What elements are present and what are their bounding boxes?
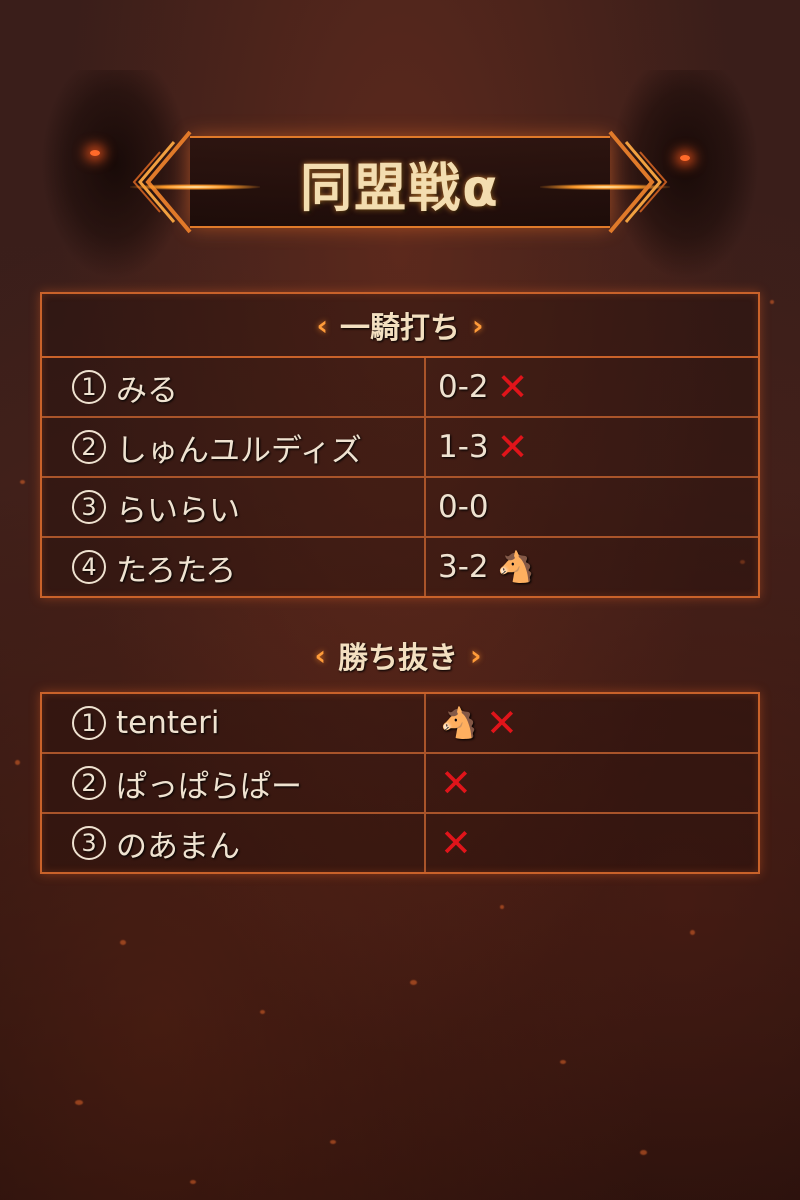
table-row: 2 ぱっぱらぱー ✕ [42, 754, 758, 814]
table-body: 1 tenteri 🐴 ✕ 2 ぱっぱらぱー ✕ 3 のあまん ✕ [42, 694, 758, 872]
bracket-right-icon: › [470, 638, 482, 672]
horse-face-icon: 🐴 [440, 705, 478, 741]
cross-mark-icon: ✕ [440, 761, 472, 805]
table-row: 1 tenteri 🐴 ✕ [42, 694, 758, 754]
page-title: 同盟戦α [300, 159, 500, 219]
section-title: 勝ち抜き [338, 641, 458, 676]
cross-mark-icon: ✕ [496, 365, 529, 409]
rank-number-badge: 1 [72, 706, 106, 740]
player-name: みる [116, 372, 178, 409]
ikki-uchi-table: ‹ 一騎打ち › 1 みる 0-2 ✕ 2 しゅんユルディズ 1-3 ✕ 3 らいらい 0-0 4 たろ… [40, 292, 760, 598]
horse-face-icon: 🐴 [496, 549, 535, 585]
player-cell: 3 らいらい [42, 478, 426, 536]
player-name: たろたろ [116, 552, 237, 589]
player-name: ぱっぱらぱー [116, 768, 302, 805]
kachinuki-table: 1 tenteri 🐴 ✕ 2 ぱっぱらぱー ✕ 3 のあまん ✕ [40, 692, 760, 874]
glowing-eye-icon [90, 150, 100, 156]
cross-mark-icon: ✕ [496, 425, 529, 469]
player-cell: 1 tenteri [42, 694, 426, 752]
player-cell: 4 たろたろ [42, 538, 426, 596]
table-row: 3 らいらい 0-0 [42, 478, 758, 538]
score-text: 1-3 [438, 429, 489, 465]
table-body: 1 みる 0-2 ✕ 2 しゅんユルディズ 1-3 ✕ 3 らいらい 0-0 4 たろたろ 3-2 🐴 [42, 358, 758, 596]
rank-number-badge: 2 [72, 430, 106, 464]
result-cell: 0-0 [426, 478, 758, 536]
score-text: 0-2 [438, 369, 489, 405]
score-text: 0-0 [438, 489, 489, 525]
cross-mark-icon: ✕ [440, 821, 472, 865]
player-cell: 2 ぱっぱらぱー [42, 754, 426, 812]
section-header: ‹ 一騎打ち › [42, 294, 758, 358]
bracket-right-icon: › [472, 308, 484, 342]
result-cell: 1-3 ✕ [426, 418, 758, 476]
section-header: ‹ 勝ち抜き › [40, 624, 756, 686]
bracket-left-icon: ‹ [314, 638, 326, 672]
rank-number-badge: 1 [72, 370, 106, 404]
player-name: しゅんユルディズ [116, 432, 362, 469]
result-cell: 3-2 🐴 [426, 538, 758, 596]
table-row: 3 のあまん ✕ [42, 814, 758, 872]
player-cell: 3 のあまん [42, 814, 426, 872]
score-text: 3-2 [438, 549, 489, 585]
player-name: らいらい [116, 492, 240, 529]
result-cell: ✕ [426, 814, 758, 872]
result-cell: 🐴 ✕ [426, 694, 758, 752]
player-name: のあまん [116, 828, 240, 865]
player-name: tenteri [116, 705, 220, 741]
section-title: 一騎打ち [340, 311, 460, 346]
result-cell: 0-2 ✕ [426, 358, 758, 416]
rank-number-badge: 3 [72, 826, 106, 860]
table-row: 1 みる 0-2 ✕ [42, 358, 758, 418]
glowing-eye-icon [680, 155, 690, 161]
player-cell: 1 みる [42, 358, 426, 416]
table-row: 4 たろたろ 3-2 🐴 [42, 538, 758, 596]
rank-number-badge: 4 [72, 550, 106, 584]
bracket-left-icon: ‹ [316, 308, 328, 342]
rank-number-badge: 3 [72, 490, 106, 524]
table-row: 2 しゅんユルディズ 1-3 ✕ [42, 418, 758, 478]
rank-number-badge: 2 [72, 766, 106, 800]
title-banner: 同盟戦α [130, 128, 670, 236]
cross-mark-icon: ✕ [486, 701, 518, 745]
result-cell: ✕ [426, 754, 758, 812]
player-cell: 2 しゅんユルディズ [42, 418, 426, 476]
